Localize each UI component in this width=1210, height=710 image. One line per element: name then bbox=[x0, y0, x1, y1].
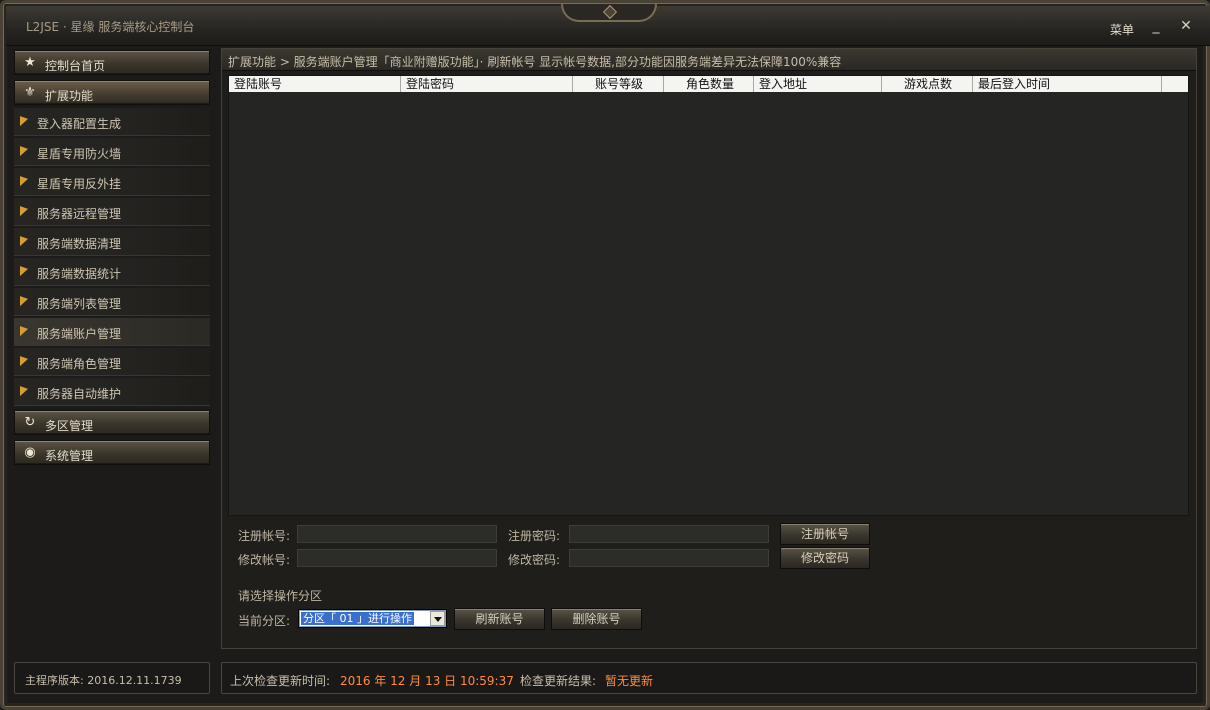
chevron-down-icon[interactable] bbox=[430, 611, 445, 626]
sidebar-item-data-cleanup[interactable]: 服务端数据清理 bbox=[14, 228, 210, 256]
version-text: 主程序版本: 2016.12.11.1739 bbox=[25, 674, 182, 687]
refresh-accounts-button[interactable]: 刷新账号 bbox=[454, 608, 545, 630]
status-bar: 上次检查更新时间: 2016 年 12 月 13 日 10:59:37 检查更新… bbox=[221, 662, 1197, 694]
sidebar-section-extensions[interactable]: ⚜ 扩展功能 bbox=[14, 80, 210, 105]
sidebar: ★ 控制台首页 ⚜ 扩展功能 登入器配置生成 星盾专用防火墙 星盾专用反外挂 服… bbox=[12, 46, 212, 646]
sidebar-section-label: 扩展功能 bbox=[45, 89, 94, 103]
register-password-input[interactable] bbox=[569, 525, 769, 543]
arrow-icon bbox=[20, 173, 28, 187]
sidebar-section-label: 控制台首页 bbox=[45, 59, 106, 73]
arrow-icon bbox=[20, 293, 28, 307]
sidebar-section-multi-zone[interactable]: ↻ 多区管理 bbox=[14, 410, 210, 435]
sidebar-item-anti-cheat[interactable]: 星盾专用反外挂 bbox=[14, 168, 210, 196]
breadcrumb: 扩展功能 > 服务端账户管理「商业附赠版功能」· 刷新帐号 显示帐号数据,部分功… bbox=[222, 49, 1196, 71]
zone-select-value: 分区「 01 」进行操作 bbox=[301, 612, 414, 625]
delete-account-button[interactable]: 删除账号 bbox=[551, 608, 642, 630]
sidebar-item-launcher-config[interactable]: 登入器配置生成 bbox=[14, 108, 210, 136]
sidebar-item-label: 星盾专用反外挂 bbox=[37, 177, 122, 191]
sidebar-item-label: 星盾专用防火墙 bbox=[37, 147, 122, 161]
register-password-label: 注册密码: bbox=[508, 529, 561, 543]
sidebar-section-label: 多区管理 bbox=[45, 419, 94, 433]
register-account-button[interactable]: 注册帐号 bbox=[780, 523, 870, 545]
modify-password-button[interactable]: 修改密码 bbox=[780, 547, 870, 569]
fleur-icon: ⚜ bbox=[24, 85, 36, 100]
column-header-last-login-time[interactable]: 最后登入时间 bbox=[973, 76, 1162, 92]
sidebar-item-label: 服务端角色管理 bbox=[37, 357, 122, 371]
minimize-button[interactable]: _ bbox=[1146, 16, 1166, 36]
table-header: 登陆账号 登陆密码 账号等级 角色数量 登入地址 游戏点数 最后登入时间 bbox=[229, 76, 1188, 92]
column-header-game-points[interactable]: 游戏点数 bbox=[882, 76, 973, 92]
column-header-login-account[interactable]: 登陆账号 bbox=[229, 76, 401, 92]
column-header-login-password[interactable]: 登陆密码 bbox=[401, 76, 573, 92]
sidebar-item-label: 服务端账户管理 bbox=[37, 327, 122, 341]
sidebar-item-data-statistics[interactable]: 服务端数据统计 bbox=[14, 258, 210, 286]
modify-password-input[interactable] bbox=[569, 549, 769, 567]
sidebar-item-firewall[interactable]: 星盾专用防火墙 bbox=[14, 138, 210, 166]
sidebar-item-label: 服务端数据统计 bbox=[37, 267, 122, 281]
arrow-icon bbox=[20, 233, 28, 247]
sidebar-section-system[interactable]: ◉ 系统管理 bbox=[14, 440, 210, 465]
accounts-table[interactable]: 登陆账号 登陆密码 账号等级 角色数量 登入地址 游戏点数 最后登入时间 bbox=[228, 75, 1189, 516]
sidebar-section-home[interactable]: ★ 控制台首页 bbox=[14, 50, 210, 75]
column-header-login-address[interactable]: 登入地址 bbox=[754, 76, 882, 92]
check-result-value: 暂无更新 bbox=[605, 674, 654, 688]
sidebar-item-auto-maintenance[interactable]: 服务器自动维护 bbox=[14, 378, 210, 406]
column-header-character-count[interactable]: 角色数量 bbox=[664, 76, 754, 92]
current-zone-label: 当前分区: bbox=[238, 614, 291, 628]
arrow-icon bbox=[20, 353, 28, 367]
last-check-label: 上次检查更新时间: bbox=[230, 674, 331, 688]
column-header-account-level[interactable]: 账号等级 bbox=[573, 76, 664, 92]
sidebar-item-label: 服务端列表管理 bbox=[37, 297, 122, 311]
sidebar-section-label: 系统管理 bbox=[45, 449, 94, 463]
last-check-value: 2016 年 12 月 13 日 10:59:37 bbox=[340, 674, 514, 688]
arrow-icon bbox=[20, 323, 28, 337]
star-icon: ★ bbox=[24, 55, 36, 70]
title-bar[interactable]: L2JSE · 星缘 服务端核心控制台 菜单 _ ✕ bbox=[6, 4, 1210, 46]
sidebar-item-character-management[interactable]: 服务端角色管理 bbox=[14, 348, 210, 376]
arrow-icon bbox=[20, 203, 28, 217]
check-result-label: 检查更新结果: bbox=[520, 674, 597, 688]
sidebar-item-label: 服务端数据清理 bbox=[37, 237, 122, 251]
sidebar-item-label: 登入器配置生成 bbox=[37, 117, 122, 131]
window-title: L2JSE · 星缘 服务端核心控制台 bbox=[26, 20, 195, 34]
arrow-icon bbox=[20, 113, 28, 127]
sidebar-item-account-management[interactable]: 服务端账户管理 bbox=[14, 318, 210, 346]
zone-select[interactable]: 分区「 01 」进行操作 bbox=[298, 609, 447, 628]
title-ornament bbox=[561, 4, 657, 22]
account-form: 注册帐号: 注册密码: 注册帐号 修改帐号: 修改密码: 修改密码 请选择操作分… bbox=[222, 519, 1196, 649]
sidebar-item-remote-management[interactable]: 服务器远程管理 bbox=[14, 198, 210, 226]
modify-password-label: 修改密码: bbox=[508, 553, 561, 567]
refresh-icon: ↻ bbox=[24, 415, 36, 430]
eye-icon: ◉ bbox=[24, 445, 36, 460]
sidebar-item-list-management[interactable]: 服务端列表管理 bbox=[14, 288, 210, 316]
modify-account-input[interactable] bbox=[297, 549, 497, 567]
zone-prompt: 请选择操作分区 bbox=[238, 589, 323, 603]
main-panel: 扩展功能 > 服务端账户管理「商业附赠版功能」· 刷新帐号 显示帐号数据,部分功… bbox=[221, 48, 1197, 649]
column-header-filler bbox=[1162, 76, 1188, 92]
menu-button[interactable]: 菜单 bbox=[1110, 21, 1134, 38]
modify-account-label: 修改帐号: bbox=[238, 553, 291, 567]
register-account-label: 注册帐号: bbox=[238, 529, 291, 543]
sidebar-item-label: 服务器远程管理 bbox=[37, 207, 122, 221]
arrow-icon bbox=[20, 143, 28, 157]
close-button[interactable]: ✕ bbox=[1176, 16, 1196, 36]
register-account-input[interactable] bbox=[297, 525, 497, 543]
arrow-icon bbox=[20, 263, 28, 277]
arrow-icon bbox=[20, 383, 28, 397]
sidebar-item-label: 服务器自动维护 bbox=[37, 387, 122, 401]
version-box: 主程序版本: 2016.12.11.1739 bbox=[14, 662, 210, 694]
breadcrumb-text: 扩展功能 > 服务端账户管理「商业附赠版功能」· 刷新帐号 显示帐号数据,部分功… bbox=[228, 55, 842, 69]
